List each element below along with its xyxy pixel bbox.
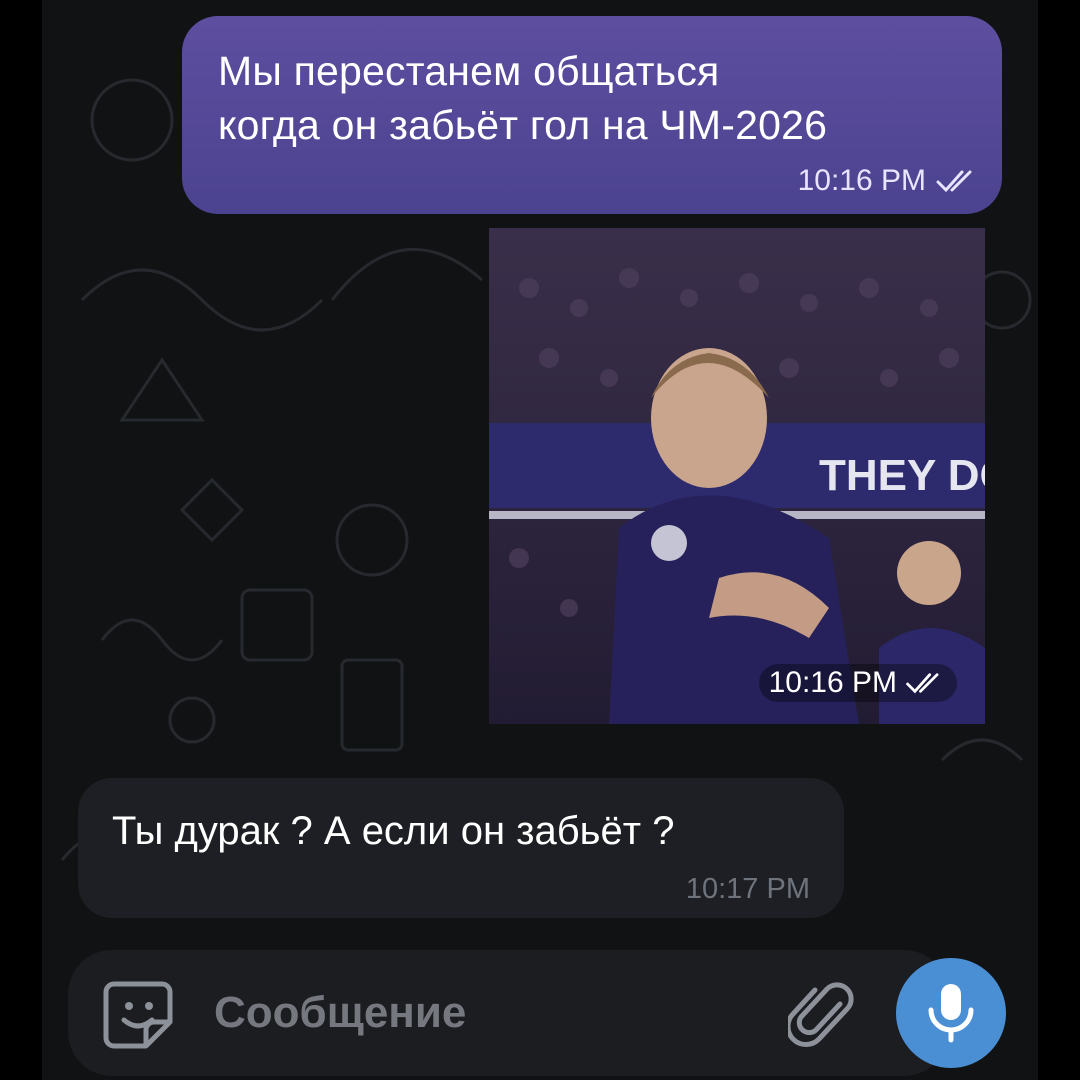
media-banner-text: THEY DO (819, 451, 985, 500)
double-check-icon (936, 170, 972, 193)
microphone-icon (928, 984, 974, 1043)
media-thumbnail: THEY DO (489, 228, 985, 724)
voice-record-button[interactable] (896, 958, 1006, 1068)
paperclip-icon[interactable] (788, 976, 858, 1050)
outgoing-media-message[interactable]: THEY DO 10:16 PM (489, 228, 985, 724)
incoming-message-bubble[interactable]: Ты дурак ? А если он забьёт ? 10:17 PM (78, 778, 844, 918)
incoming-message-time: 10:17 PM (685, 873, 810, 905)
outgoing-message-bubble[interactable]: Мы перестанем общаться когда он забьёт г… (182, 16, 1002, 214)
message-input[interactable] (214, 988, 734, 1038)
double-check-icon (906, 673, 939, 694)
chat-area: Мы перестанем общаться когда он забьёт г… (42, 0, 1038, 1080)
outgoing-message-line-1: Мы перестанем общаться (218, 48, 720, 94)
sticker-icon[interactable] (102, 978, 174, 1050)
media-message-meta: 10:16 PM (758, 664, 957, 702)
outgoing-message-text: Мы перестанем общаться когда он забьёт г… (218, 44, 968, 152)
incoming-message-text: Ты дурак ? А если он забьёт ? (112, 809, 675, 853)
outgoing-message-line-2: когда он забьёт гол на ЧМ-2026 (218, 102, 828, 148)
outgoing-message-meta: 10:16 PM (798, 164, 980, 198)
outgoing-message-time: 10:16 PM (797, 164, 926, 197)
message-composer (68, 950, 948, 1076)
media-message-time: 10:16 PM (768, 666, 897, 699)
